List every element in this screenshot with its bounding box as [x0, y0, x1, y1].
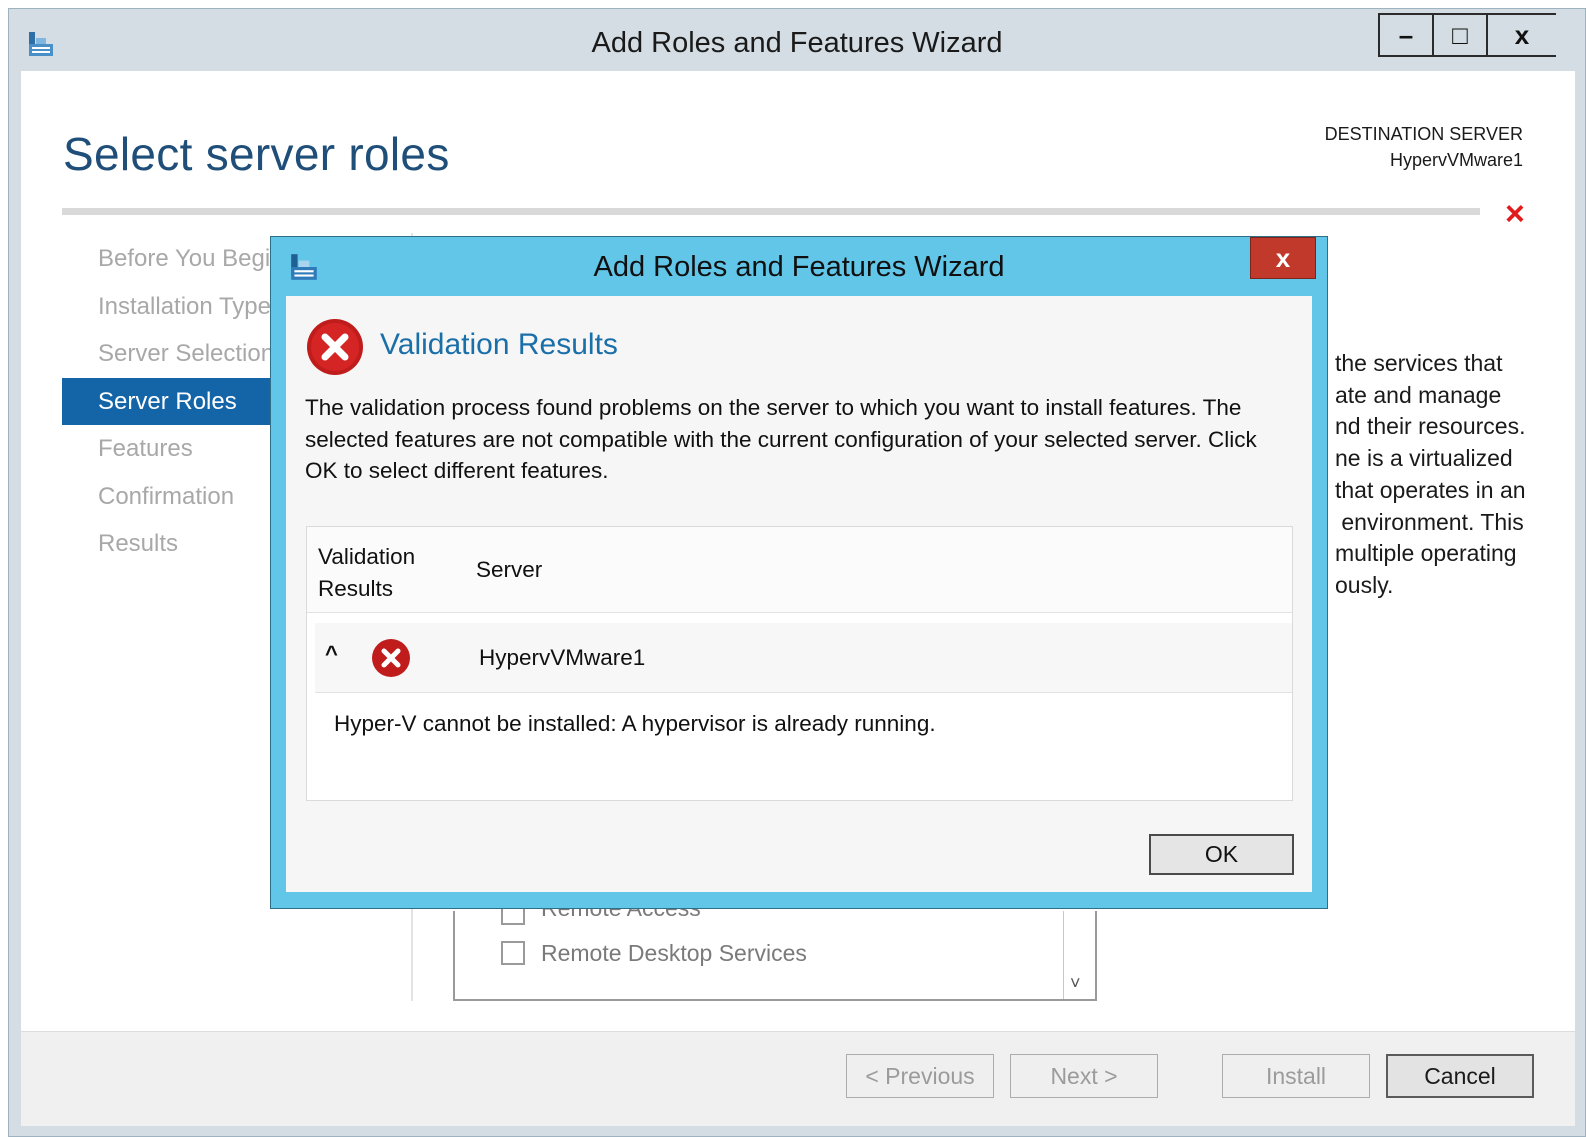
chevron-down-icon[interactable]: ˅	[1070, 973, 1081, 994]
header-divider	[62, 208, 1480, 215]
row-server-name: HypervVMware1	[479, 645, 646, 670]
column-header-validation-results[interactable]: Validation Results	[318, 541, 438, 605]
description-line: the services that	[1335, 350, 1503, 376]
maximize-icon: □	[1452, 19, 1468, 50]
role-label: Remote Desktop Services	[541, 940, 807, 966]
description-line: environment. This	[1335, 508, 1524, 535]
close-icon: x	[1275, 242, 1291, 273]
description-line: multiple operating	[1335, 540, 1517, 567]
maximize-button[interactable]: □	[1432, 13, 1486, 57]
next-button[interactable]: Next >	[1010, 1054, 1158, 1098]
chevron-up-icon[interactable]: ^	[325, 641, 338, 667]
description-line: ate and manage	[1335, 381, 1502, 408]
error-icon[interactable]: ×	[1505, 195, 1525, 234]
error-icon	[372, 639, 410, 677]
dialog-close-button[interactable]: x	[1250, 237, 1316, 279]
ok-button[interactable]: OK	[1149, 834, 1294, 875]
role-checkbox[interactable]	[501, 907, 525, 925]
minimize-icon: –	[1398, 19, 1414, 50]
install-button[interactable]: Install	[1222, 1054, 1370, 1098]
description-line: nd their resources.	[1335, 413, 1526, 440]
table-row[interactable]: ^ HypervVMware1	[315, 623, 1292, 693]
wizard-footer: < Previous Next > Install Cancel	[21, 1031, 1575, 1126]
page-title: Select server roles	[63, 128, 450, 180]
description-line: ously.	[1335, 571, 1394, 598]
table-header: Validation Results Server	[307, 527, 1292, 613]
validation-dialog: Add Roles and Features Wizard x Validati…	[270, 236, 1328, 909]
column-header-server[interactable]: Server	[476, 557, 542, 583]
dialog-message: The validation process found problems on…	[305, 395, 1257, 484]
validation-results-table: Validation Results Server ^ HypervVMware…	[306, 526, 1293, 801]
cancel-button[interactable]: Cancel	[1386, 1054, 1534, 1098]
previous-button[interactable]: < Previous	[846, 1054, 994, 1098]
roles-list[interactable]: Remote Access Remote Desktop Services ˅	[453, 895, 1097, 1001]
role-checkbox[interactable]	[501, 941, 525, 965]
minimize-button[interactable]: –	[1378, 13, 1432, 57]
dialog-heading: Validation Results	[380, 328, 618, 361]
role-description: the services that ate and manage nd thei…	[1335, 348, 1555, 602]
close-button[interactable]: x	[1486, 13, 1556, 57]
close-icon: x	[1514, 19, 1530, 50]
dialog-title: Add Roles and Features Wizard	[593, 251, 1005, 283]
error-icon	[307, 319, 363, 375]
destination-server-name: HypervVMware1	[1389, 150, 1523, 170]
dialog-body: Validation Results The validation proces…	[286, 296, 1312, 892]
description-line: ne is a virtualized	[1335, 445, 1513, 472]
roles-scrollbar[interactable]: ˅	[1063, 911, 1095, 999]
row-detail-message: Hyper-V cannot be installed: A hyperviso…	[334, 711, 936, 736]
description-line: that operates in an	[1335, 476, 1526, 503]
title-bar: Add Roles and Features Wizard – □ x	[9, 9, 1585, 71]
window-title: Add Roles and Features Wizard	[591, 27, 1003, 59]
destination-server-label: DESTINATION SERVER	[1324, 124, 1523, 144]
